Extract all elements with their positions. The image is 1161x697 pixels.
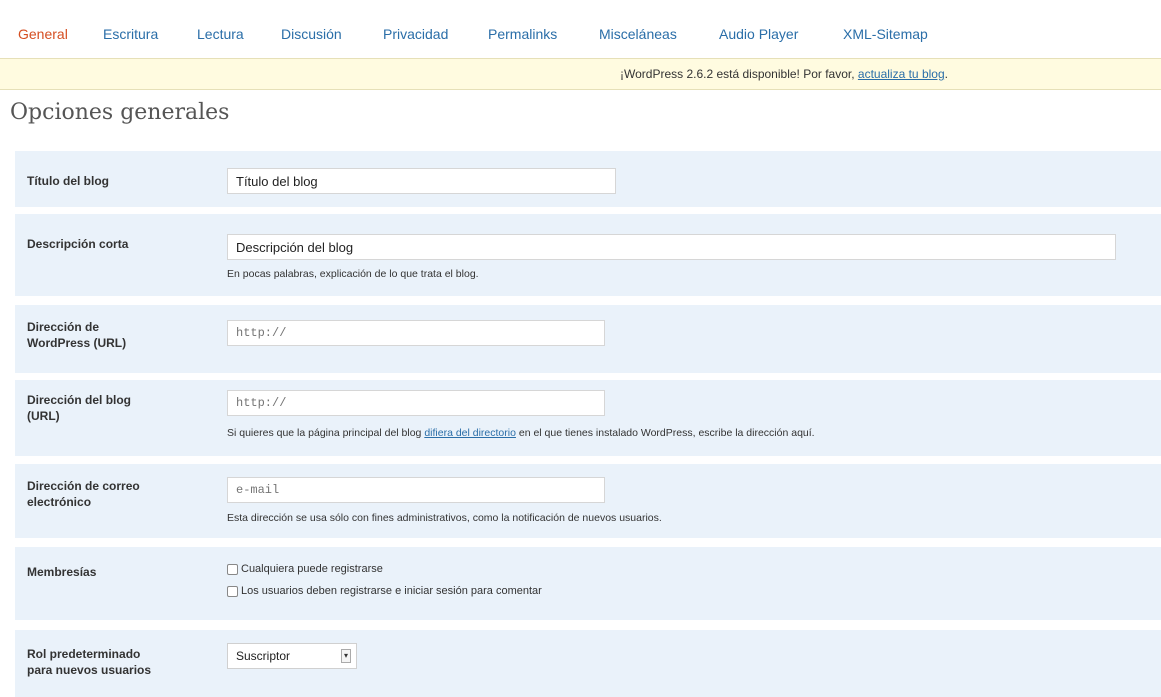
blog-url-input[interactable] — [227, 390, 605, 416]
page-title: Opciones generales — [10, 100, 230, 125]
checkbox-icon — [227, 585, 238, 597]
tab-audio-player[interactable]: Audio Player — [719, 26, 798, 42]
tab-discusion[interactable]: Discusión — [281, 26, 342, 42]
tab-general[interactable]: General — [18, 26, 68, 42]
email-input[interactable] — [227, 477, 605, 503]
blog-url-description: Si quieres que la página principal del b… — [227, 427, 815, 439]
anyone-can-register-checkbox[interactable]: Cualquiera puede registrarse — [227, 563, 383, 575]
differ-directory-link[interactable]: difiera del directorio — [424, 427, 516, 439]
email-label: Dirección de correo electrónico — [27, 479, 140, 509]
row-membership: Membresías Cualquiera puede registrarse … — [15, 547, 1161, 620]
wordpress-url-input[interactable] — [227, 320, 605, 346]
tagline-description: En pocas palabras, explicación de lo que… — [227, 268, 479, 280]
row-blog-title: Título del blog — [15, 151, 1161, 207]
tab-privacidad[interactable]: Privacidad — [383, 26, 448, 42]
tab-permalinks[interactable]: Permalinks — [488, 26, 557, 42]
settings-nav: General Escritura Lectura Discusión Priv… — [0, 0, 1161, 54]
wordpress-url-label: Dirección de WordPress (URL) — [27, 320, 127, 350]
checkbox-icon — [227, 563, 238, 575]
tab-lectura[interactable]: Lectura — [197, 26, 244, 42]
email-description: Esta dirección se usa sólo con fines adm… — [227, 512, 662, 524]
tab-xml-sitemap[interactable]: XML-Sitemap — [843, 26, 928, 42]
update-notice-text: ¡WordPress 2.6.2 está disponible! Por fa… — [620, 67, 948, 81]
blog-url-label: Dirección del blog (URL) — [27, 393, 132, 423]
row-wordpress-url: Dirección de WordPress (URL) — [15, 305, 1161, 373]
row-default-role: Rol predeterminado para nuevos usuarios … — [15, 630, 1161, 697]
membership-label: Membresías — [27, 565, 97, 579]
row-blog-url: Dirección del blog (URL) Si quieres que … — [15, 380, 1161, 456]
select-arrow-icon: ▾ — [341, 649, 351, 663]
tab-escritura[interactable]: Escritura — [103, 26, 158, 42]
update-blog-link[interactable]: actualiza tu blog — [858, 67, 945, 81]
blog-title-input[interactable] — [227, 168, 616, 194]
default-role-label: Rol predeterminado para nuevos usuarios — [27, 647, 152, 677]
require-login-checkbox[interactable]: Los usuarios deben registrarse e iniciar… — [227, 585, 542, 597]
row-tagline: Descripción corta En pocas palabras, exp… — [15, 214, 1161, 296]
row-email: Dirección de correo electrónico Esta dir… — [15, 464, 1161, 538]
default-role-select[interactable]: Suscriptor ▾ — [227, 643, 357, 669]
tagline-label: Descripción corta — [27, 237, 129, 251]
blog-title-label: Título del blog — [27, 174, 109, 188]
update-notice: ¡WordPress 2.6.2 está disponible! Por fa… — [0, 58, 1161, 90]
tagline-input[interactable] — [227, 234, 1116, 260]
tab-miscelaneas[interactable]: Misceláneas — [599, 26, 677, 42]
